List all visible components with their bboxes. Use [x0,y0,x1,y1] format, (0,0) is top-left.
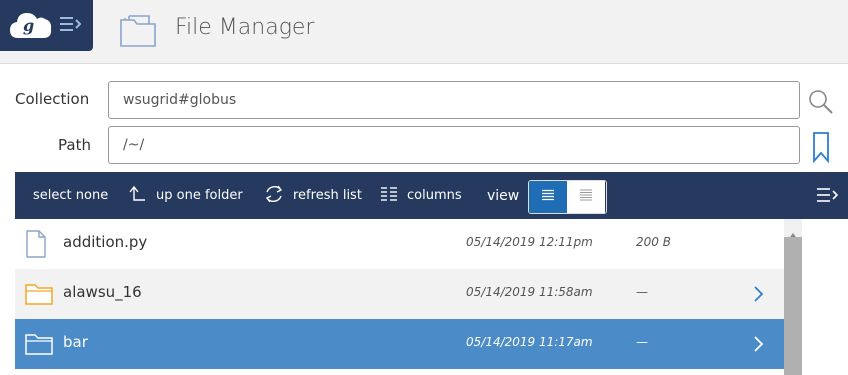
file-size: 200 B [636,235,671,249]
up-one-folder-label: up one folder [156,188,243,203]
file-icon [25,230,47,262]
list-view-button[interactable] [529,181,567,213]
file-size: — [636,335,648,349]
chevron-right-icon[interactable] [752,334,764,358]
bookmark-icon[interactable] [812,131,830,167]
folder-row[interactable]: bar 05/14/2019 11:17am — [15,319,784,369]
file-row[interactable]: addition.py 05/14/2019 12:11pm 200 B [15,219,784,269]
list-view-icon [541,189,555,205]
select-none-label: select none [33,188,109,203]
view-toggle [528,180,607,214]
compact-view-button[interactable] [567,181,605,213]
file-date: 05/14/2019 11:58am [466,285,593,299]
file-name: bar [63,333,88,351]
view-label: view [487,187,520,204]
collection-input[interactable]: wsugrid#globus [108,81,800,119]
file-date: 05/14/2019 11:17am [466,335,593,349]
folder-icon [25,282,53,310]
columns-icon [380,186,398,206]
folder-row[interactable]: alawsu_16 05/14/2019 11:58am — [15,269,784,319]
file-toolbar: select none up one folder refresh list c… [15,172,848,219]
logo-area[interactable]: g [0,0,93,51]
search-icon[interactable] [807,88,835,120]
file-size: — [636,285,648,299]
columns-label: columns [407,188,462,203]
refresh-icon [263,183,285,209]
refresh-list-label: refresh list [293,188,362,203]
scrollbar-thumb[interactable] [784,237,802,375]
file-name: alawsu_16 [63,283,142,301]
refresh-list-button[interactable]: refresh list [263,172,362,219]
collection-label: Collection [15,90,90,108]
select-none-button[interactable]: select none [33,172,108,219]
file-list: addition.py 05/14/2019 12:11pm 200 B ala… [15,219,784,375]
chevron-right-icon[interactable] [752,284,764,308]
folder-icon [25,332,53,360]
file-manager-icon [119,12,159,54]
menu-expand-icon[interactable] [58,14,82,38]
page-title: File Manager [175,15,315,40]
up-folder-icon [128,185,146,207]
up-one-folder-button[interactable]: up one folder [128,172,243,219]
compact-view-icon [579,189,593,205]
globus-logo-icon[interactable]: g [8,8,54,46]
svg-text:g: g [23,16,34,35]
panel-toggle-icon[interactable] [815,185,839,209]
top-bar: g File Manager [0,0,848,64]
file-list-scrollbar[interactable] [784,219,802,375]
file-name: addition.py [63,233,148,251]
columns-button[interactable]: columns [380,172,462,219]
file-date: 05/14/2019 12:11pm [466,235,593,249]
path-label: Path [58,136,91,154]
path-input[interactable]: /~/ [108,126,800,164]
